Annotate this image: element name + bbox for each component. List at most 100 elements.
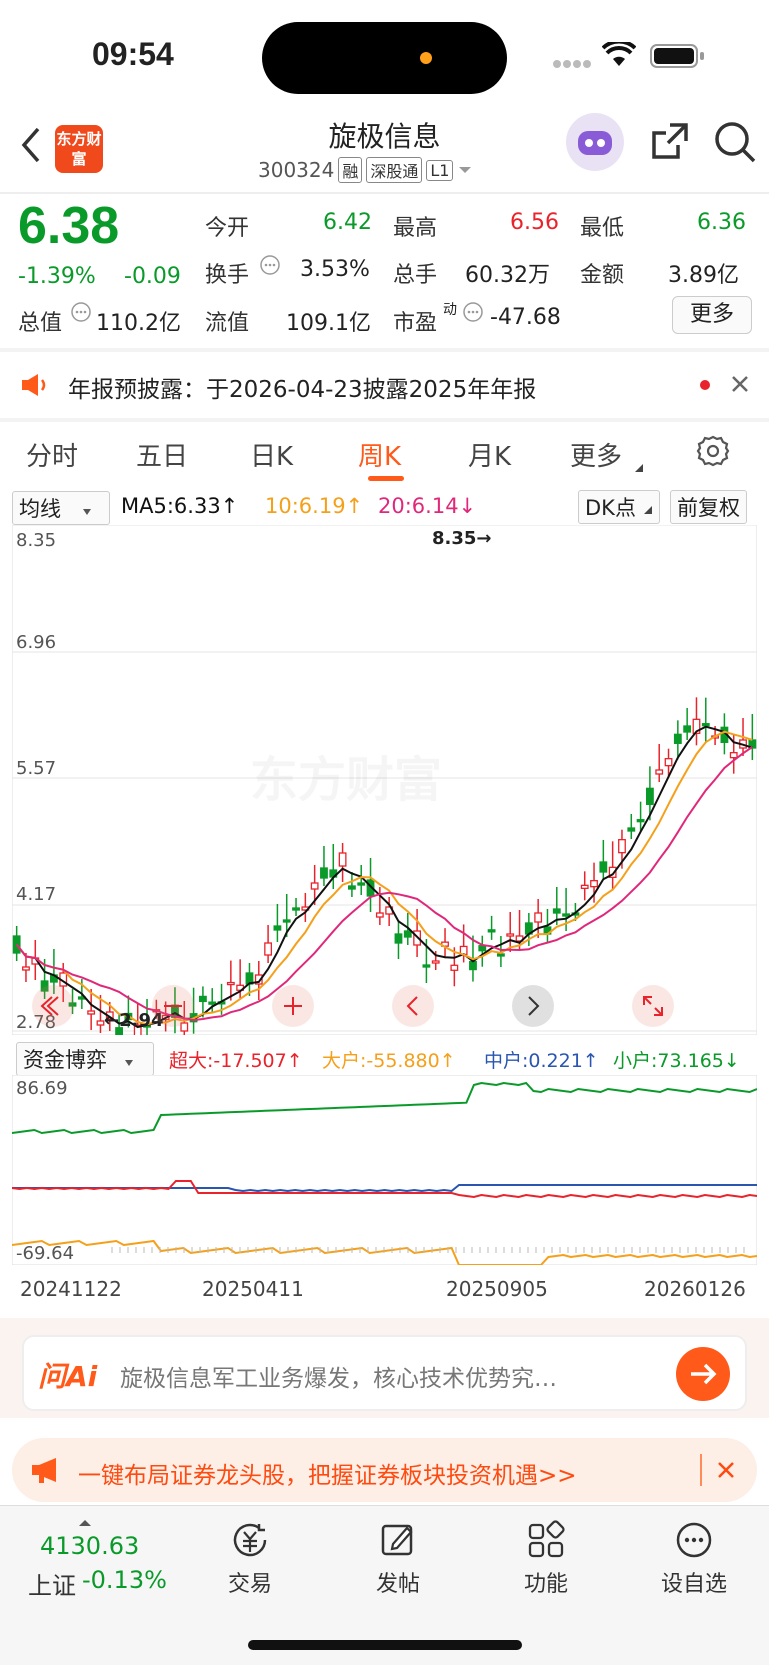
change-value: -0.09 [124,264,181,289]
nav-add-watchlist[interactable]: 设自选 [656,1520,732,1598]
fund-big: 大户:-55.880↑ [322,1050,456,1072]
candle-body [431,960,440,964]
dropdown-icon [82,509,91,515]
more-button[interactable]: 更多 [672,296,752,334]
label-volume: 总手 [393,263,438,288]
x-label-4: 20260126 [644,1277,746,1301]
ma5-label: MA5:6.33↑ [121,494,239,518]
more-circle-icon [676,1522,712,1558]
scroll-right-button[interactable] [512,985,554,1027]
zoom-out-button[interactable] [152,985,194,1027]
candle-body [655,769,664,775]
status-time: 09:54 [92,36,174,72]
search-icon[interactable] [712,119,760,171]
candle-body [394,933,403,944]
stock-code-row: 300324 融 深股通 L1 [258,157,473,183]
ai-prompt-text: 旋极信息军工业务爆发，核心技术优势究… [120,1366,557,1392]
dropdown-icon [124,1060,133,1066]
zoom-in-button[interactable] [272,985,314,1027]
indicator-select[interactable]: 均线 [12,491,110,525]
wifi-icon [601,39,637,72]
grid-icon [528,1520,565,1558]
candle-body [357,882,366,886]
candle-body [22,966,30,971]
info-icon[interactable] [70,301,92,327]
camera-indicator [420,52,432,64]
candle-body [534,912,543,923]
megaphone-icon [30,1456,64,1488]
fund-indicator-select[interactable]: 资金博弈 [16,1042,154,1076]
tab-five-day[interactable]: 五日 [136,436,188,473]
candle-body [645,787,654,805]
fund-frame [12,1075,757,1265]
close-icon[interactable] [716,1460,736,1484]
home-indicator [248,1640,522,1650]
stock-code: 300324 [258,158,335,182]
scroll-left-button[interactable] [392,985,434,1027]
fullscreen-button[interactable] [632,985,674,1027]
value-float-cap: 109.1亿 [286,311,371,336]
value-market-cap: 110.2亿 [96,311,181,336]
signal-icon [552,56,592,75]
chevron-down-icon [634,458,644,477]
ai-send-button[interactable] [676,1347,730,1401]
edit-icon [381,1524,413,1556]
close-icon[interactable] [730,374,750,398]
tag-connect: 深股通 [366,157,423,183]
candle-body [562,913,571,917]
tab-weekly-k[interactable]: 周K [358,436,401,473]
dk-point-button[interactable]: DK点 [578,490,660,524]
y-label-max: 8.35 [16,530,57,551]
label-high: 最高 [393,216,438,241]
nav-post[interactable]: 发帖 [368,1520,428,1598]
ai-logo: 问Ai [38,1360,98,1393]
tab-daily-k[interactable]: 日K [250,436,293,473]
candle-body [580,884,589,889]
yen-icon [233,1523,267,1557]
tag-level: L1 [426,159,454,181]
index-value[interactable]: 4130.63 [40,1532,139,1560]
info-icon[interactable] [462,301,484,327]
value-low: 6.36 [697,210,746,235]
adjust-button[interactable]: 前复权 [670,490,747,524]
scroll-left-fast-button[interactable] [32,985,74,1027]
candle-body [282,919,291,923]
dynamic-island [262,22,507,94]
share-icon[interactable] [648,119,692,167]
candle-body [590,880,598,888]
candle-body [469,960,477,971]
dropdown-icon[interactable] [457,165,473,175]
candle-body [12,935,21,954]
value-volume: 60.32万 [465,263,550,288]
settings-icon[interactable] [696,434,730,472]
promo-banner[interactable]: 一键布局证券龙头股，把握证券板块投资机遇>> [12,1438,757,1502]
label-turnover: 换手 [205,263,250,288]
label-float-cap: 流值 [205,311,250,336]
candle-body [673,733,682,744]
value-amount: 3.89亿 [668,263,739,288]
label-low: 最低 [580,216,625,241]
notice-bar[interactable]: 年报预披露：于2026-04-23披露2025年年报 [0,352,769,416]
high-marker: 8.35→ [432,528,492,549]
candle-body [198,995,207,1003]
robot-avatar-icon[interactable] [566,113,624,171]
value-turnover: 3.53% [300,257,370,282]
candle-body [636,819,645,823]
candle-body [310,882,319,890]
candle-body [226,981,235,986]
nav-features[interactable]: 功能 [516,1520,576,1598]
tab-more[interactable]: 更多 [570,436,622,473]
candle-body [506,933,515,937]
candle-body [487,929,496,933]
fund-super: 超大:-17.507↑ [169,1050,303,1072]
watermark: 东方财富 [250,740,442,810]
nav-trade[interactable]: 交易 [220,1520,280,1598]
change-pct: -1.39% [18,264,96,289]
label-market-cap: 总值 [18,311,63,336]
tab-monthly-k[interactable]: 月K [468,436,511,473]
candle-body [450,964,459,971]
tab-intraday[interactable]: 分时 [26,436,78,473]
ai-question-box[interactable]: 问Ai 旋极信息军工业务爆发，核心技术优势究… [22,1335,747,1411]
info-icon[interactable] [259,254,281,280]
value-pe: -47.68 [490,305,561,330]
